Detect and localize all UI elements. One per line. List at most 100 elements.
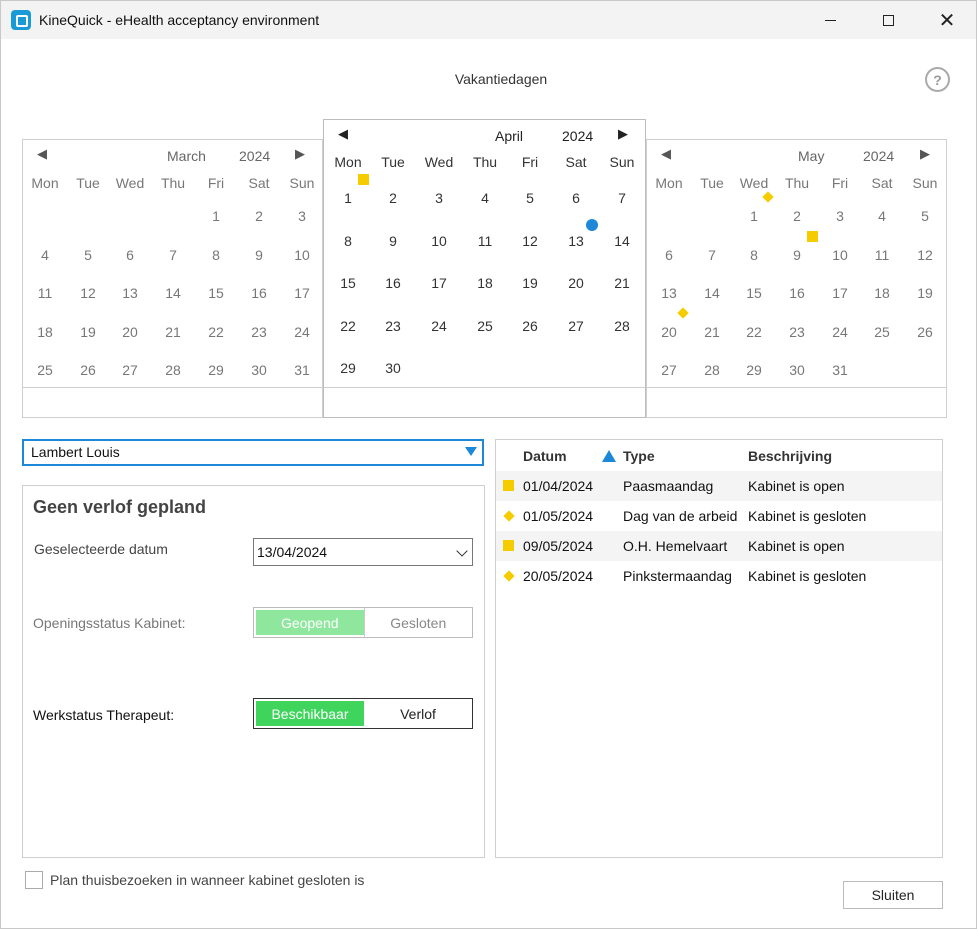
calendar-day-april-4[interactable]: 4 <box>465 184 505 212</box>
calendar-day-april-25[interactable]: 25 <box>465 312 505 340</box>
calendar-day-may-1[interactable]: 1 <box>734 202 774 230</box>
calendar-day-may-6[interactable]: 6 <box>649 241 689 269</box>
question-mark-icon[interactable]: ? <box>925 67 950 92</box>
calendar-day-march-31[interactable]: 31 <box>282 356 322 384</box>
calendar-day-may-10[interactable]: 10 <box>820 241 860 269</box>
calendar-day-march-29[interactable]: 29 <box>196 356 236 384</box>
calendar-day-april-16[interactable]: 16 <box>373 269 413 297</box>
calendar-day-march-18[interactable]: 18 <box>25 318 65 346</box>
calendar-day-april-9[interactable]: 9 <box>373 227 413 255</box>
calendar-day-april-8[interactable]: 8 <box>328 227 368 255</box>
calendar-day-april-17[interactable]: 17 <box>419 269 459 297</box>
triangle-right-icon[interactable]: ▶ <box>618 127 628 142</box>
calendar-day-april-22[interactable]: 22 <box>328 312 368 340</box>
calendar-day-may-12[interactable]: 12 <box>905 241 945 269</box>
calendar-day-may-9[interactable]: 9 <box>777 241 817 269</box>
calendar-day-march-15[interactable]: 15 <box>196 279 236 307</box>
calendar-day-may-19[interactable]: 19 <box>905 279 945 307</box>
calendar-day-march-24[interactable]: 24 <box>282 318 322 346</box>
calendar-day-may-26[interactable]: 26 <box>905 318 945 346</box>
calendar-day-march-5[interactable]: 5 <box>68 241 108 269</box>
calendar-day-march-4[interactable]: 4 <box>25 241 65 269</box>
calendar-day-march-8[interactable]: 8 <box>196 241 236 269</box>
minimize-button[interactable] <box>801 1 859 39</box>
calendar-day-may-28[interactable]: 28 <box>692 356 732 384</box>
work-status-toggle[interactable]: Beschikbaar Verlof <box>253 698 473 729</box>
calendar-day-may-14[interactable]: 14 <box>692 279 732 307</box>
calendar-day-march-1[interactable]: 1 <box>196 202 236 230</box>
calendar-day-april-15[interactable]: 15 <box>328 269 368 297</box>
calendar-day-march-23[interactable]: 23 <box>239 318 279 346</box>
calendar-day-may-24[interactable]: 24 <box>820 318 860 346</box>
calendar-day-march-25[interactable]: 25 <box>25 356 65 384</box>
calendar-day-may-17[interactable]: 17 <box>820 279 860 307</box>
calendar-day-april-18[interactable]: 18 <box>465 269 505 297</box>
calendar-day-march-6[interactable]: 6 <box>110 241 150 269</box>
table-row[interactable]: 01/04/2024 Paasmaandag Kabinet is open <box>496 471 942 501</box>
calendar-day-may-2[interactable]: 2 <box>777 202 817 230</box>
calendar-day-may-30[interactable]: 30 <box>777 356 817 384</box>
triangle-left-icon[interactable]: ◀ <box>661 147 671 162</box>
calendar-day-may-31[interactable]: 31 <box>820 356 860 384</box>
calendar-day-april-23[interactable]: 23 <box>373 312 413 340</box>
calendar-day-april-29[interactable]: 29 <box>328 354 368 382</box>
opening-closed-option[interactable]: Gesloten <box>363 608 473 637</box>
calendar-day-april-11[interactable]: 11 <box>465 227 505 255</box>
column-header-date[interactable]: Datum <box>523 448 567 464</box>
triangle-left-icon[interactable]: ◀ <box>37 147 47 162</box>
calendar-day-april-1[interactable]: 1 <box>328 184 368 212</box>
title-bar[interactable]: KineQuick - eHealth acceptancy environme… <box>1 1 976 39</box>
calendar-day-may-8[interactable]: 8 <box>734 241 774 269</box>
triangle-right-icon[interactable]: ▶ <box>920 147 930 162</box>
calendar-day-april-2[interactable]: 2 <box>373 184 413 212</box>
calendar-day-may-13[interactable]: 13 <box>649 279 689 307</box>
calendar-day-april-28[interactable]: 28 <box>602 312 642 340</box>
calendar-day-april-20[interactable]: 20 <box>556 269 596 297</box>
calendar-day-april-30[interactable]: 30 <box>373 354 413 382</box>
calendar-day-march-9[interactable]: 9 <box>239 241 279 269</box>
close-window-button[interactable]: ✕ <box>918 1 976 39</box>
calendar-day-april-12[interactable]: 12 <box>510 227 550 255</box>
opening-status-toggle[interactable]: Geopend Gesloten <box>253 607 473 638</box>
calendar-day-may-18[interactable]: 18 <box>862 279 902 307</box>
calendar-day-april-7[interactable]: 7 <box>602 184 642 212</box>
calendar-day-march-26[interactable]: 26 <box>68 356 108 384</box>
calendar-day-march-12[interactable]: 12 <box>68 279 108 307</box>
calendar-day-march-21[interactable]: 21 <box>153 318 193 346</box>
calendar-day-may-27[interactable]: 27 <box>649 356 689 384</box>
calendar-day-april-6[interactable]: 6 <box>556 184 596 212</box>
calendar-day-march-22[interactable]: 22 <box>196 318 236 346</box>
work-available-option[interactable]: Beschikbaar <box>256 701 364 726</box>
table-row[interactable]: 01/05/2024 Dag van de arbeid Kabinet is ge… <box>496 501 942 531</box>
calendar-day-march-7[interactable]: 7 <box>153 241 193 269</box>
table-row[interactable]: 20/05/2024 Pinkstermaandag Kabinet is gesl… <box>496 561 942 591</box>
maximize-button[interactable] <box>859 1 917 39</box>
column-header-description[interactable]: Beschrijving <box>748 448 832 464</box>
calendar-day-may-21[interactable]: 21 <box>692 318 732 346</box>
calendar-day-may-23[interactable]: 23 <box>777 318 817 346</box>
opening-open-option[interactable]: Geopend <box>256 610 364 635</box>
calendar-day-march-20[interactable]: 20 <box>110 318 150 346</box>
selected-date-picker[interactable]: 13/04/2024 <box>253 538 473 566</box>
calendar-day-april-3[interactable]: 3 <box>419 184 459 212</box>
calendar-day-march-19[interactable]: 19 <box>68 318 108 346</box>
triangle-up-icon[interactable] <box>602 450 616 462</box>
calendar-day-may-25[interactable]: 25 <box>862 318 902 346</box>
therapist-select[interactable]: Lambert Louis <box>22 439 484 466</box>
calendar-day-april-19[interactable]: 19 <box>510 269 550 297</box>
calendar-day-march-27[interactable]: 27 <box>110 356 150 384</box>
calendar-day-may-3[interactable]: 3 <box>820 202 860 230</box>
calendar-day-march-3[interactable]: 3 <box>282 202 322 230</box>
close-button[interactable]: Sluiten <box>843 881 943 909</box>
calendar-day-april-21[interactable]: 21 <box>602 269 642 297</box>
calendar-day-may-22[interactable]: 22 <box>734 318 774 346</box>
calendar-day-march-14[interactable]: 14 <box>153 279 193 307</box>
triangle-left-icon[interactable]: ◀ <box>338 127 348 142</box>
work-leave-option[interactable]: Verlof <box>364 699 472 728</box>
triangle-right-icon[interactable]: ▶ <box>295 147 305 162</box>
calendar-day-march-2[interactable]: 2 <box>239 202 279 230</box>
calendar-day-may-11[interactable]: 11 <box>862 241 902 269</box>
calendar-day-may-29[interactable]: 29 <box>734 356 774 384</box>
calendar-day-may-15[interactable]: 15 <box>734 279 774 307</box>
calendar-day-april-5[interactable]: 5 <box>510 184 550 212</box>
